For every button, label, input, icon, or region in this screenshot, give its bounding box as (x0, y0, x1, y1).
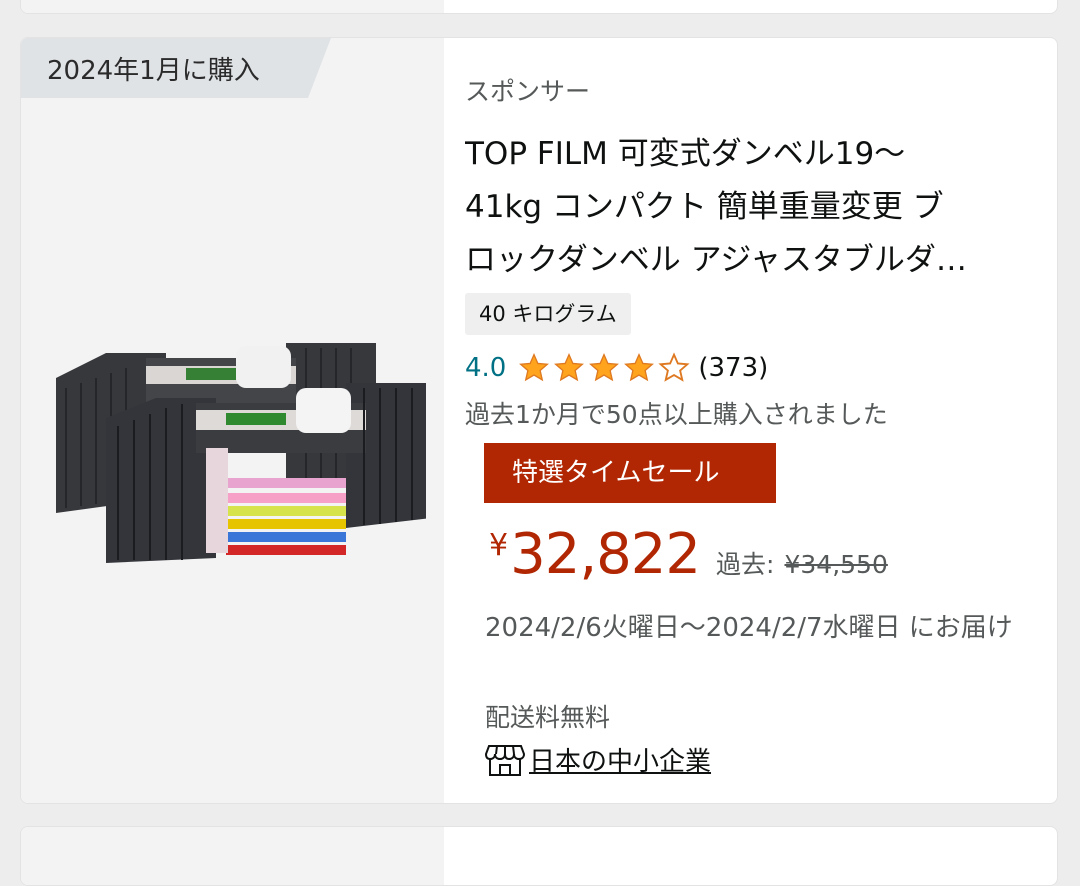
seller-badge-label[interactable]: 日本の中小企業 (529, 741, 711, 778)
price-row: ¥ 32,822 過去: ¥34,550 (489, 522, 888, 587)
price-currency: ¥ (489, 528, 509, 563)
past-price-label: 過去: (716, 550, 775, 579)
rating-value[interactable]: 4.0 (465, 353, 506, 383)
star-filled-icon (624, 353, 655, 382)
dumbbell-front (106, 383, 426, 563)
delivery-date: 2024/2/6火曜日〜2024/2/7水曜日 にお届け (485, 613, 1013, 643)
price-amount: 32,822 (510, 522, 701, 587)
product-title[interactable]: TOP FILM 可変式ダンベル19〜 41kg コンパクト 簡単重量変更 ブ … (465, 128, 1025, 287)
size-option-chip[interactable]: 40 キログラム (465, 293, 631, 335)
product-image-pane[interactable]: 2024年1月に購入 (21, 38, 444, 803)
product-title-line-1[interactable]: TOP FILM 可変式ダンベル19〜 (465, 128, 1025, 181)
sponsored-label: スポンサー (465, 77, 591, 106)
product-image-pane (21, 0, 444, 13)
product-image-pane (21, 827, 444, 885)
product-title-line-3[interactable]: ロックダンベル アジャスタブルダ… (465, 234, 1025, 287)
product-card[interactable]: 2024年1月に購入 スポンサー TOP FILM 可変式ダンベル19〜 41k… (20, 37, 1058, 804)
star-empty-icon (658, 352, 690, 382)
purchase-history-banner: 2024年1月に購入 (21, 38, 331, 98)
star-filled-icon (589, 353, 620, 382)
review-count[interactable]: (373) (698, 353, 768, 383)
product-card-previous[interactable] (20, 0, 1058, 14)
product-title-line-2[interactable]: 41kg コンパクト 簡単重量変更 ブ (465, 181, 1025, 234)
product-card-next[interactable] (20, 826, 1058, 886)
star-filled-icon (519, 353, 550, 382)
purchase-history-label: 2024年1月に購入 (47, 55, 260, 86)
shipping-fee: 配送料無料 (485, 703, 611, 732)
deal-badge: 特選タイムセール (484, 443, 776, 503)
purchase-volume-text: 過去1か月で50点以上購入されました (465, 400, 888, 429)
rating-row[interactable]: 4.0 (373) (465, 352, 768, 384)
star-rating[interactable] (518, 352, 690, 384)
star-filled-icon (554, 353, 585, 382)
seller-badge[interactable]: 日本の中小企業 (485, 741, 711, 778)
past-price-value: ¥34,550 (784, 550, 888, 579)
storefront-icon (485, 744, 525, 776)
product-image[interactable] (46, 338, 426, 568)
